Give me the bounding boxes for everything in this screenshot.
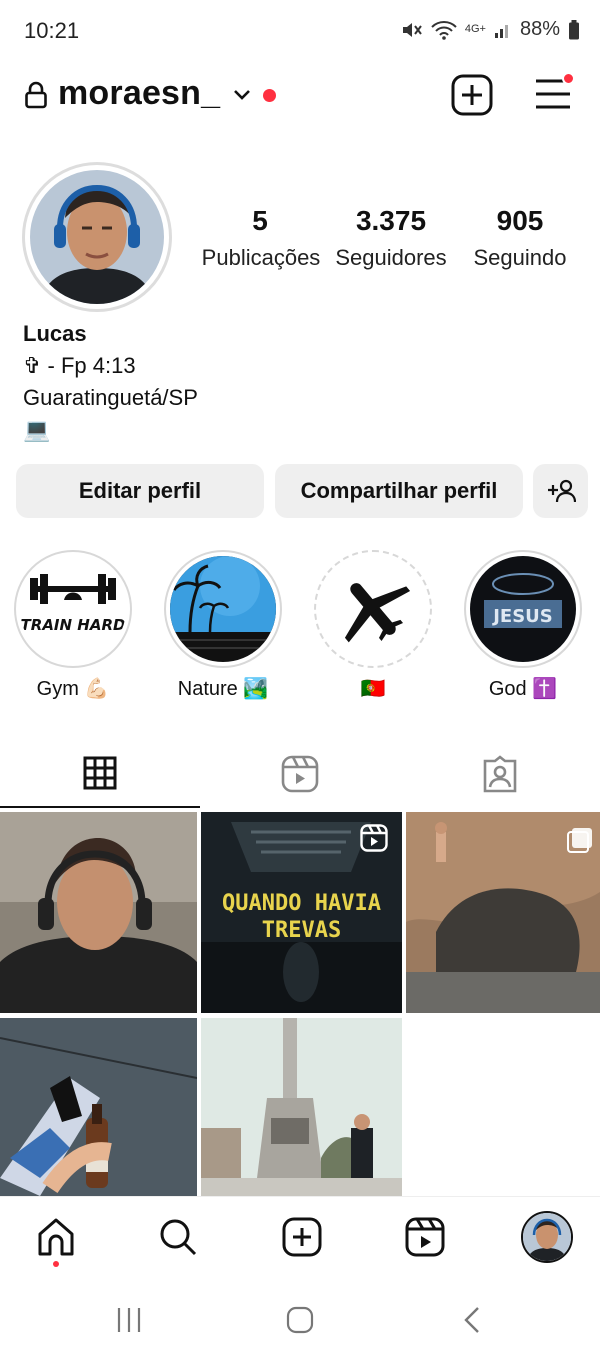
post-thumbnail[interactable] [0,812,197,1013]
stat-followers[interactable]: 3.375 Seguidores [330,205,452,271]
tab-posts-grid[interactable] [0,740,200,808]
reels-icon[interactable] [405,1217,445,1257]
profile-avatar[interactable] [521,1211,573,1263]
grid-icon [83,756,117,790]
network-type: 4G+ [464,23,486,35]
create-icon[interactable] [282,1217,322,1257]
home-icon[interactable] [36,1217,76,1257]
post-thumbnail[interactable] [0,1018,197,1196]
username[interactable]: moraesn_ [58,74,220,113]
android-nav-bar [0,1282,600,1363]
bio-line-1: ✞ - Fp 4:13 [23,353,136,378]
bio-line-2: Guaratinguetá/SP [23,385,198,410]
following-count: 905 [496,205,544,236]
back-icon[interactable] [462,1306,482,1334]
highlight-cover: TRAIN HARD [20,556,126,662]
status-icons: 4G+ 88% [401,18,580,41]
new-post-icon[interactable] [451,74,493,116]
bottom-nav [0,1196,600,1282]
chevron-down-icon[interactable] [232,88,252,102]
highlight-god[interactable]: JESUS God ✝️ [464,550,582,701]
mute-icon [402,22,422,37]
tab-reels[interactable] [200,740,400,808]
tab-tagged[interactable] [400,740,600,808]
notification-dot [263,89,276,102]
highlight-label: God ✝️ [488,678,558,700]
highlight-portugal[interactable]: 🇵🇹 [314,550,432,701]
highlight-nature[interactable]: Nature 🏞️ [164,550,282,701]
lock-icon [25,81,47,109]
reels-badge-icon [360,824,388,852]
menu-notification-dot [562,72,575,85]
carousel-badge-icon [567,828,592,853]
stat-following[interactable]: 905 Seguindo [468,205,572,271]
reels-icon [281,755,319,793]
post-thumbnail[interactable] [201,1018,402,1196]
tagged-icon [483,755,517,793]
battery-percent: 88% [519,18,560,40]
stat-posts[interactable]: 5 Publicações [200,205,321,271]
profile-header: moraesn_ [0,62,600,132]
highlight-cover-text: JESUS [491,606,553,627]
profile-name: Lucas [23,321,87,346]
bio: Lucas ✞ - Fp 4:13 Guaratinguetá/SP 💻 [23,318,198,446]
wifi-icon [431,20,457,40]
highlight-label: 🇵🇹 [360,678,386,700]
discover-people-button[interactable] [533,464,588,518]
highlight-label: Gym 💪🏻 [36,678,110,700]
status-bar: 10:21 4G+ 88% [0,0,600,62]
home-button-icon[interactable] [286,1306,314,1334]
reel-caption: QUANDO HAVIA TREVAS [222,891,381,943]
highlight-gym[interactable]: TRAIN HARD Gym 💪🏻 [14,550,132,701]
highlight-cover-text: TRAIN HARD [21,616,126,634]
add-person-icon [547,479,576,503]
status-time: 10:21 [24,18,80,43]
highlight-label: Nature 🏞️ [177,678,269,700]
home-notification-dot [53,1261,59,1267]
highlight-cover [320,556,426,662]
post-thumbnail[interactable] [406,812,600,1013]
followers-label: Seguidores [335,245,447,270]
posts-label: Publicações [201,245,321,270]
battery-icon [569,19,579,39]
highlight-cover: JESUS [470,556,576,662]
followers-count: 3.375 [355,205,427,236]
recent-apps-icon[interactable] [114,1306,144,1334]
bio-line-3: 💻 [23,417,51,442]
share-profile-button[interactable]: Compartilhar perfil [275,464,523,518]
following-label: Seguindo [473,245,567,270]
signal-icon [494,24,508,38]
profile-avatar[interactable] [30,170,164,304]
posts-count: 5 [252,205,268,236]
edit-profile-button[interactable]: Editar perfil [16,464,264,518]
highlight-cover [170,556,276,662]
post-reel-thumbnail[interactable]: QUANDO HAVIA TREVAS [201,812,402,1013]
search-icon[interactable] [158,1217,198,1257]
